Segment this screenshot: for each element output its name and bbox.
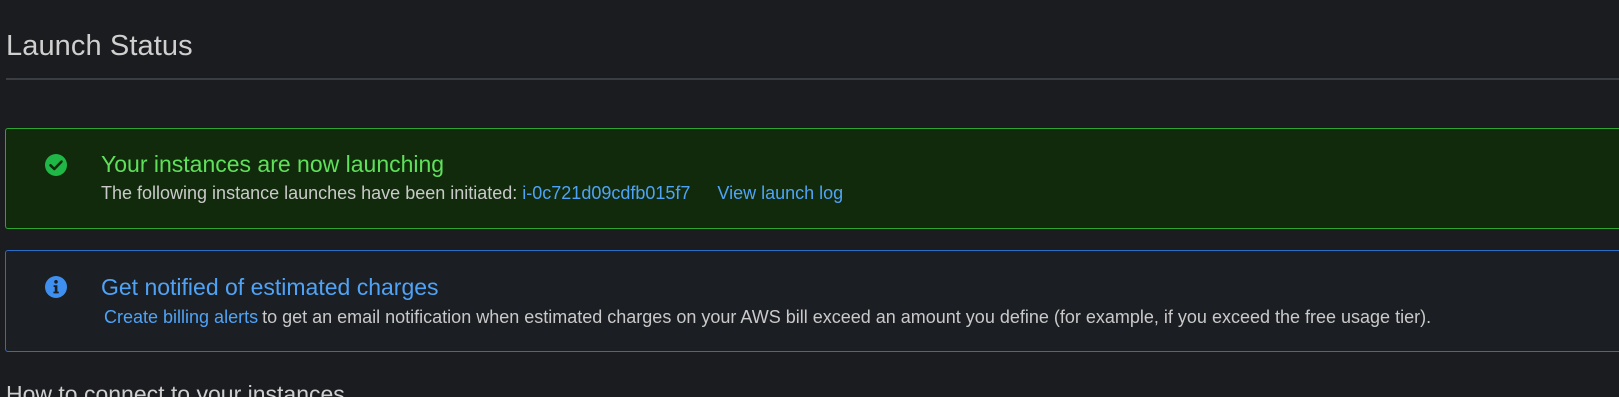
- info-circle-icon: [44, 275, 68, 299]
- title-divider: [6, 78, 1619, 80]
- create-billing-alerts-link[interactable]: Create billing alerts: [104, 307, 258, 327]
- view-launch-log-link[interactable]: View launch log: [717, 183, 843, 203]
- check-circle-icon: [44, 153, 68, 177]
- billing-info-text: to get an email notification when estima…: [262, 307, 1432, 327]
- launch-success-alert: Your instances are now launching The fol…: [5, 128, 1619, 229]
- launch-success-body: The following instance launches have bee…: [101, 183, 843, 204]
- launch-success-text: The following instance launches have bee…: [101, 183, 518, 203]
- launch-status-page: Launch Status Your instances are now lau…: [0, 0, 1619, 397]
- billing-info-alert: Get notified of estimated charges Create…: [5, 250, 1619, 352]
- launch-success-heading: Your instances are now launching: [101, 151, 445, 177]
- connect-section-heading: How to connect to your instances: [6, 381, 345, 397]
- billing-info-body: Create billing alerts to get an email not…: [101, 307, 1431, 328]
- instance-id-link[interactable]: i-0c721d09cdfb015f7: [522, 183, 690, 203]
- billing-info-heading: Get notified of estimated charges: [101, 274, 439, 300]
- page-title: Launch Status: [6, 30, 193, 62]
